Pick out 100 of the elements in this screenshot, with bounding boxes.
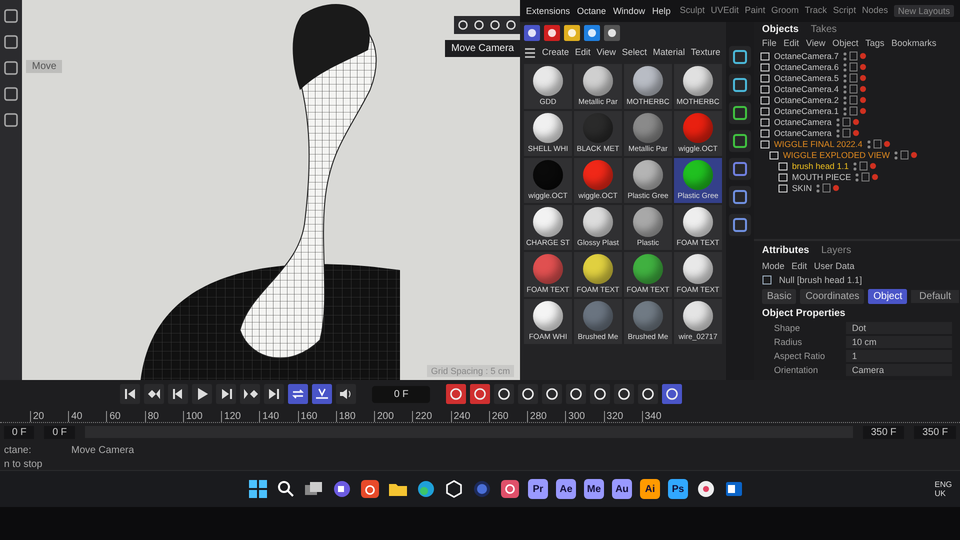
menu-item[interactable]: Window [613, 6, 646, 16]
object-name[interactable]: OctaneCamera [774, 128, 832, 138]
current-frame-field[interactable]: 0 F [372, 386, 430, 403]
layout-tab[interactable]: Paint [744, 5, 766, 17]
menu-item[interactable]: View [806, 38, 826, 48]
object-name[interactable]: MOUTH PIECE [792, 172, 852, 182]
attribute-tab[interactable]: Basic [762, 289, 796, 304]
object-name[interactable]: OctaneCamera.6 [774, 62, 839, 72]
ruler-label: 220 [412, 410, 451, 422]
ruler-label: 340 [642, 410, 680, 422]
menu-item[interactable]: Bookmarks [891, 38, 936, 48]
menu-item[interactable]: Edit [575, 47, 591, 59]
video-chat-icon[interactable] [332, 479, 352, 499]
panel-tab[interactable]: Takes [810, 24, 837, 35]
preview-end-field[interactable]: 350 F [862, 426, 904, 439]
panel-tab[interactable]: Layers [821, 245, 852, 256]
visibility-dots-icon [842, 84, 867, 94]
field-label: Aspect Ratio [774, 351, 826, 361]
end-frame-field[interactable]: 350 F [914, 426, 956, 439]
layout-tab[interactable]: Nodes [862, 5, 888, 17]
ruler-label: 160 [298, 410, 336, 422]
step-forward-icon[interactable] [216, 384, 236, 404]
attribute-tab[interactable]: Coordinates [800, 289, 864, 304]
ruler-label: 120 [221, 410, 260, 422]
object-name[interactable]: SKIN [792, 182, 812, 192]
menu-item[interactable]: Mode [762, 261, 785, 271]
ruler-label: 60 [106, 410, 145, 422]
app-icon[interactable]: Au [612, 479, 632, 499]
menu-item[interactable]: Object [832, 38, 858, 48]
visibility-dots-icon [852, 160, 877, 170]
layout-button[interactable]: New Layouts [894, 5, 954, 17]
layout-tab[interactable]: Groom [771, 5, 799, 17]
preset-dropdown[interactable]: Default [911, 290, 959, 303]
speaker-icon[interactable] [336, 384, 356, 404]
layout-tab[interactable]: Track [804, 5, 827, 17]
menu-item[interactable]: Octane [577, 6, 606, 16]
status-message: Move Camera [71, 444, 134, 456]
app-icon[interactable]: Ai [640, 479, 660, 499]
windows-start-icon[interactable] [248, 479, 268, 499]
input-field[interactable]: Camera [846, 364, 952, 376]
browser-icon[interactable] [416, 479, 436, 499]
field-label: Shape [774, 323, 802, 333]
object-name[interactable]: OctaneCamera.7 [774, 50, 839, 60]
next-key-icon[interactable] [240, 384, 260, 404]
menu-item[interactable]: Select [622, 47, 647, 59]
layout-tab[interactable]: UVEdit [710, 5, 739, 17]
ruler-label: 200 [374, 410, 412, 422]
menu-item[interactable]: Help [652, 6, 671, 16]
input-field[interactable]: 1 [846, 350, 952, 362]
panel-tab[interactable]: Attributes [762, 245, 810, 256]
visibility-dots-icon [855, 172, 880, 182]
skip-start-icon[interactable] [120, 384, 140, 404]
preview-start-field[interactable]: 0 F [44, 426, 75, 439]
app-icon[interactable]: Ps [668, 479, 688, 499]
object-name[interactable]: OctaneCamera.4 [774, 84, 839, 94]
object-name[interactable]: OctaneCamera.1 [774, 106, 839, 116]
object-title: Null [brush head 1.1] [779, 275, 862, 285]
object-name[interactable]: OctaneCamera [774, 116, 832, 126]
attribute-tab[interactable]: Object [868, 289, 908, 304]
layout-tab[interactable]: Script [832, 5, 856, 17]
menu-item[interactable]: Texture [690, 47, 720, 59]
language-label[interactable]: ENG [934, 480, 952, 489]
menu-item[interactable]: View [596, 47, 616, 59]
field-label: Radius [774, 337, 804, 347]
object-name[interactable]: brush head 1.1 [792, 160, 849, 170]
play-icon[interactable] [192, 384, 212, 404]
tooltip: Move Camera [445, 40, 520, 57]
menu-item[interactable]: Edit [792, 261, 808, 271]
input-field[interactable]: Dot [846, 322, 952, 334]
skip-end-icon[interactable] [264, 384, 284, 404]
cube-app-icon[interactable] [444, 479, 464, 499]
menu-item[interactable]: Create [542, 47, 570, 59]
ruler-label: 80 [144, 410, 183, 422]
object-name[interactable]: WIGGLE EXPLODED VIEW [783, 150, 890, 160]
menu-item[interactable]: User Data [814, 261, 855, 271]
ruler-label: 240 [450, 410, 489, 422]
menu-icon[interactable] [524, 47, 536, 59]
step-back-icon[interactable] [168, 384, 188, 404]
object-name[interactable]: OctaneCamera.2 [774, 94, 839, 104]
ruler-label: 260 [488, 410, 528, 422]
loop-icon[interactable] [288, 384, 308, 404]
app-icon[interactable]: Ae [556, 479, 576, 499]
menu-item[interactable]: File [762, 38, 777, 48]
menu-item[interactable]: Extensions [526, 6, 570, 16]
search-icon[interactable] [276, 479, 296, 499]
app-icon[interactable]: Me [584, 479, 604, 499]
layout-tab[interactable]: Sculpt [680, 5, 705, 17]
object-name[interactable]: OctaneCamera.5 [774, 72, 839, 82]
input-field[interactable]: 10 cm [846, 336, 952, 348]
menu-item[interactable]: Tags [865, 38, 884, 48]
visibility-dots-icon [842, 106, 867, 116]
region-label[interactable]: UK [934, 489, 952, 498]
menu-item[interactable]: Material [652, 47, 685, 59]
previous-key-icon[interactable] [144, 384, 164, 404]
object-name[interactable]: WIGGLE FINAL 2022.4 [774, 138, 862, 148]
start-frame-field[interactable]: 0 F [4, 426, 34, 439]
menu-item[interactable]: Edit [784, 38, 800, 48]
panel-tab[interactable]: Objects [762, 24, 799, 35]
app-icon[interactable]: Pr [528, 479, 548, 499]
visibility-dots-icon [842, 62, 867, 72]
